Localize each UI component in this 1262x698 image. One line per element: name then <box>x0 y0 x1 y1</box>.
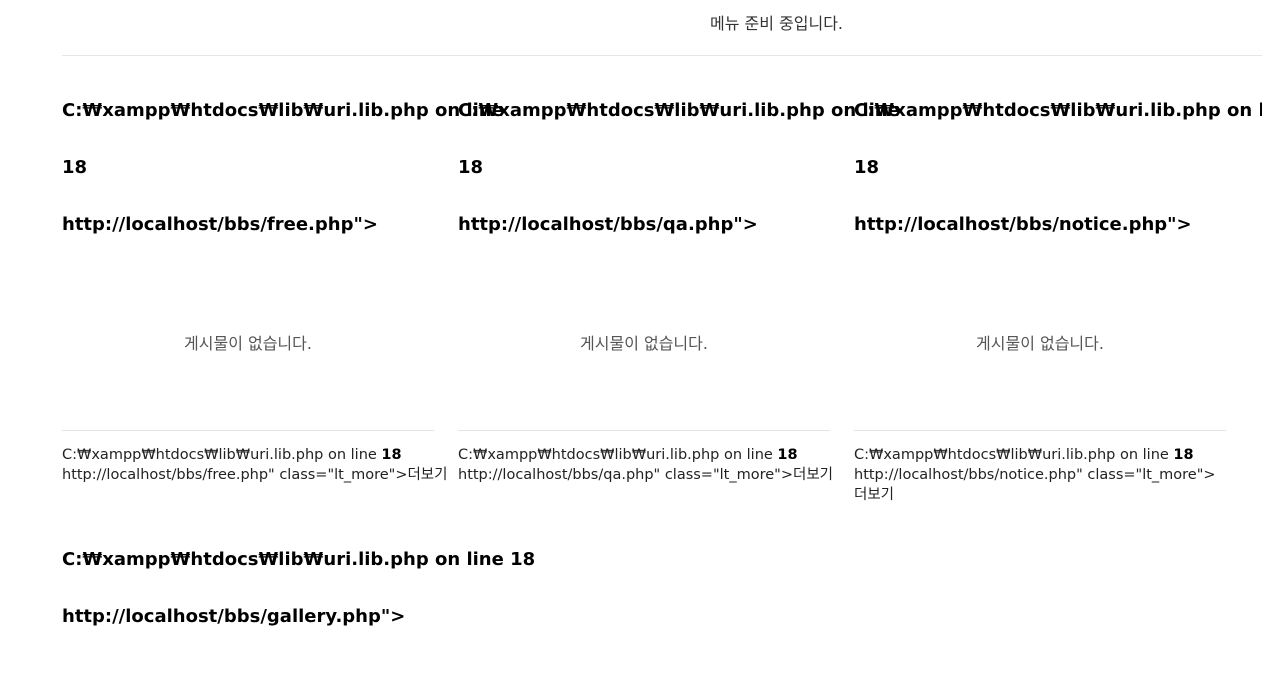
board-title-error: C:₩xampp₩htdocs₩lib₩uri.lib.php on line <box>62 100 504 121</box>
board-title[interactable]: C:₩xampp₩htdocs₩lib₩uri.lib.php on line … <box>458 100 900 236</box>
more-error: C:₩xampp₩htdocs₩lib₩uri.lib.php on line <box>458 447 778 463</box>
more-label[interactable]: http://localhost/bbs/qa.php" class="lt_m… <box>458 465 833 485</box>
more-error-line: C:₩xampp₩htdocs₩lib₩uri.lib.php on line … <box>458 445 830 465</box>
gallery-title-url[interactable]: http://localhost/bbs/gallery.php"> <box>62 606 535 628</box>
more-error: C:₩xampp₩htdocs₩lib₩uri.lib.php on line <box>62 447 382 463</box>
latest-gallery[interactable]: C:₩xampp₩htdocs₩lib₩uri.lib.php on line … <box>62 549 535 628</box>
board-divider <box>458 430 830 431</box>
more-link[interactable]: C:₩xampp₩htdocs₩lib₩uri.lib.php on line … <box>62 445 448 485</box>
board-divider <box>62 430 434 431</box>
board-title[interactable]: C:₩xampp₩htdocs₩lib₩uri.lib.php on line … <box>854 100 1262 236</box>
empty-message: 게시물이 없습니다. <box>976 334 1104 353</box>
more-error: C:₩xampp₩htdocs₩lib₩uri.lib.php on line <box>854 447 1174 463</box>
page: 메뉴 준비 중입니다. C:₩xampp₩htdocs₩lib₩uri.lib.… <box>0 0 1262 698</box>
board-title-line-number: 18 <box>62 157 88 178</box>
latest-board-free: C:₩xampp₩htdocs₩lib₩uri.lib.php on line … <box>62 100 504 483</box>
header-divider <box>62 55 1262 56</box>
more-label[interactable]: http://localhost/bbs/free.php" class="lt… <box>62 465 448 485</box>
board-title-line-number: 18 <box>458 157 484 178</box>
board-title[interactable]: C:₩xampp₩htdocs₩lib₩uri.lib.php on line … <box>62 100 504 236</box>
empty-message: 게시물이 없습니다. <box>184 334 312 353</box>
more-label[interactable]: http://localhost/bbs/notice.php" class="… <box>854 465 1226 505</box>
board-title-error: C:₩xampp₩htdocs₩lib₩uri.lib.php on line <box>458 100 900 121</box>
board-title-error: C:₩xampp₩htdocs₩lib₩uri.lib.php on line <box>854 100 1262 121</box>
board-title-url[interactable]: http://localhost/bbs/free.php"> <box>62 214 434 236</box>
gallery-title-error: C:₩xampp₩htdocs₩lib₩uri.lib.php on line … <box>62 549 536 570</box>
board-title-url[interactable]: http://localhost/bbs/qa.php"> <box>458 214 830 236</box>
latest-board-qa: C:₩xampp₩htdocs₩lib₩uri.lib.php on line … <box>458 100 900 483</box>
latest-board-notice: C:₩xampp₩htdocs₩lib₩uri.lib.php on line … <box>854 100 1262 503</box>
more-link[interactable]: C:₩xampp₩htdocs₩lib₩uri.lib.php on line … <box>458 445 833 485</box>
more-error-line: C:₩xampp₩htdocs₩lib₩uri.lib.php on line … <box>854 445 1226 465</box>
empty-message: 게시물이 없습니다. <box>580 334 708 353</box>
menu-notice: 메뉴 준비 중입니다. <box>710 14 844 33</box>
more-error-line: C:₩xampp₩htdocs₩lib₩uri.lib.php on line … <box>62 445 434 465</box>
more-line-number: 18 <box>1173 447 1194 463</box>
board-title-line-number: 18 <box>854 157 880 178</box>
board-divider <box>854 430 1226 431</box>
more-line-number: 18 <box>777 447 798 463</box>
board-title-url[interactable]: http://localhost/bbs/notice.php"> <box>854 214 1226 236</box>
more-link[interactable]: C:₩xampp₩htdocs₩lib₩uri.lib.php on line … <box>854 445 1226 505</box>
more-line-number: 18 <box>381 447 402 463</box>
